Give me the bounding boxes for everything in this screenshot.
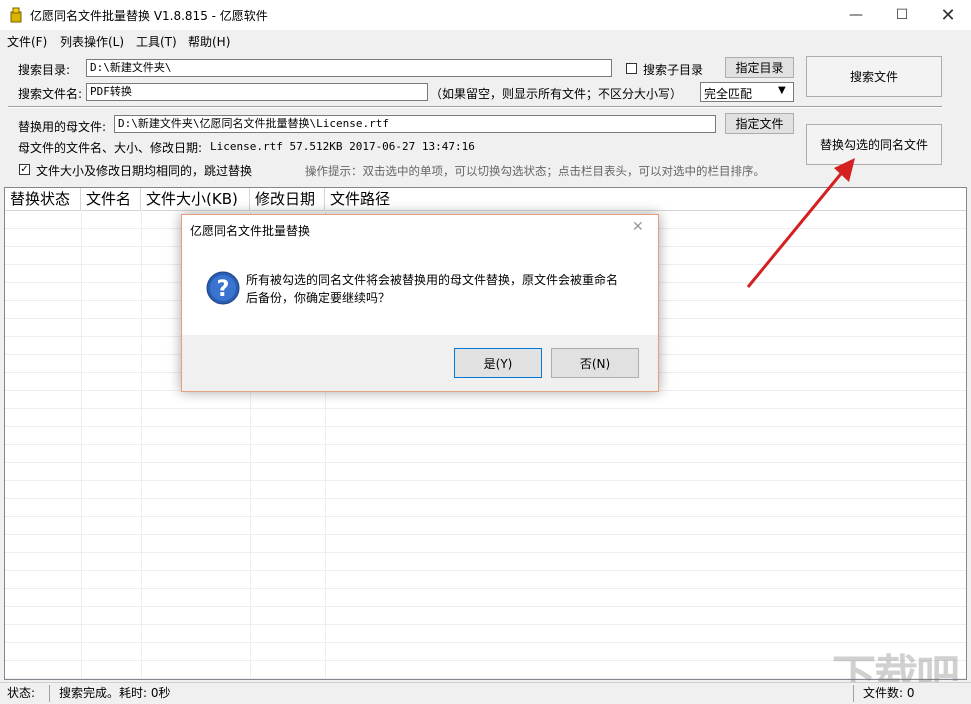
menu-list-ops[interactable]: 列表操作(L) [60,33,124,50]
grid-column-line [141,210,142,679]
no-button[interactable]: 否(N) [551,348,639,378]
master-file-input[interactable]: D:\新建文件夹\亿愿同名文件批量替换\License.rtf [114,115,716,133]
pick-file-button[interactable]: 指定文件 [725,113,794,134]
question-icon: ? [206,271,240,305]
grid-row-line [5,624,966,625]
confirm-dialog: 亿愿同名文件批量替换 ✕ ? 所有被勾选的同名文件将会被替换用的母文件替换，原文… [181,214,659,392]
menu-bar: 文件(F) 列表操作(L) 工具(T) 帮助(H) [0,30,971,52]
search-dir-label: 搜索目录: [18,63,71,77]
subdir-checkbox[interactable] [626,63,637,74]
match-mode-value: 完全匹配 [704,87,753,101]
column-header-status[interactable]: 替换状态 [5,188,81,210]
grid-row-line [5,426,966,427]
grid-row-line [5,516,966,517]
grid-row-line [5,498,966,499]
grid-row-line [5,444,966,445]
title-bar: 亿愿同名文件批量替换 V1.8.815 - 亿愿软件 — ☐ ✕ [0,0,971,31]
filename-input[interactable]: PDF转换 [86,83,428,101]
grid-row-line [5,588,966,589]
filename-label: 搜索文件名: [18,87,83,101]
master-info-label: 母文件的文件名、大小、修改日期: [18,141,203,155]
search-dir-input[interactable]: D:\新建文件夹\ [86,59,612,77]
grid-row-line [5,570,966,571]
maximize-icon[interactable]: ☐ [879,0,925,30]
grid-row-line [5,660,966,661]
grid-row-line [5,678,966,679]
grid-column-line [81,210,82,679]
master-info-value: License.rtf 57.512KB 2017-06-27 13:47:16 [210,140,475,153]
grid-row-line [5,408,966,409]
separator-highlight [8,107,942,108]
skip-checkbox[interactable]: ✓ [19,164,30,175]
column-header-date[interactable]: 修改日期 [250,188,325,210]
search-files-button[interactable]: 搜索文件 [806,56,942,97]
status-text: 搜索完成。耗时: 0秒 [54,685,854,702]
file-count: 文件数: 0 [863,686,915,700]
svg-text:?: ? [217,277,230,302]
menu-tools[interactable]: 工具(T) [136,33,177,50]
dialog-title: 亿愿同名文件批量替换 [190,224,311,238]
master-file-label: 替换用的母文件: [18,120,107,134]
chevron-down-icon: ▼ [778,85,786,96]
annotation-arrow [746,158,855,288]
menu-help[interactable]: 帮助(H) [188,33,230,50]
skip-label: 文件大小及修改日期均相同的，跳过替换 [36,164,253,178]
operation-tip: 操作提示：双击选中的单项，可以切换勾选状态；点击栏目表头，可以对选中的栏目排序。 [305,164,765,178]
grid-row-line [5,642,966,643]
grid-row-line [5,534,966,535]
dialog-message: 所有被勾选的同名文件将会被替换用的母文件替换，原文件会被重命名 后备份，你确定要… [246,271,636,307]
subdir-label: 搜索子目录 [643,63,704,77]
column-header-size[interactable]: 文件大小(KB) [141,188,250,210]
column-header-path[interactable]: 文件路径 [325,188,445,210]
close-icon[interactable]: ✕ [925,0,971,30]
grid-row-line [5,462,966,463]
dialog-message-line1: 所有被勾选的同名文件将会被替换用的母文件替换，原文件会被重命名 [246,273,619,287]
match-mode-select[interactable]: 完全匹配 ▼ [700,82,794,102]
column-header-filename[interactable]: 文件名 [81,188,141,210]
check-icon: ✓ [20,163,29,175]
grid-row-line [5,552,966,553]
pick-dir-button[interactable]: 指定目录 [725,57,794,78]
menu-file[interactable]: 文件(F) [7,33,47,50]
dialog-message-line2: 后备份，你确定要继续吗？ [246,291,391,305]
grid-row-line [5,606,966,607]
app-icon [8,7,24,23]
status-bar: 状态: 搜索完成。耗时: 0秒 文件数: 0 [0,682,971,704]
arrow-line [746,169,846,288]
yes-button[interactable]: 是(Y) [454,348,542,378]
filename-hint: （如果留空，则显示所有文件；不区分大小写） [430,87,683,101]
grid-row-line [5,480,966,481]
minimize-icon[interactable]: — [833,0,879,30]
status-label: 状态: [2,685,50,702]
window-title: 亿愿同名文件批量替换 V1.8.815 - 亿愿软件 [30,9,268,23]
dialog-close-icon[interactable]: ✕ [632,219,644,235]
